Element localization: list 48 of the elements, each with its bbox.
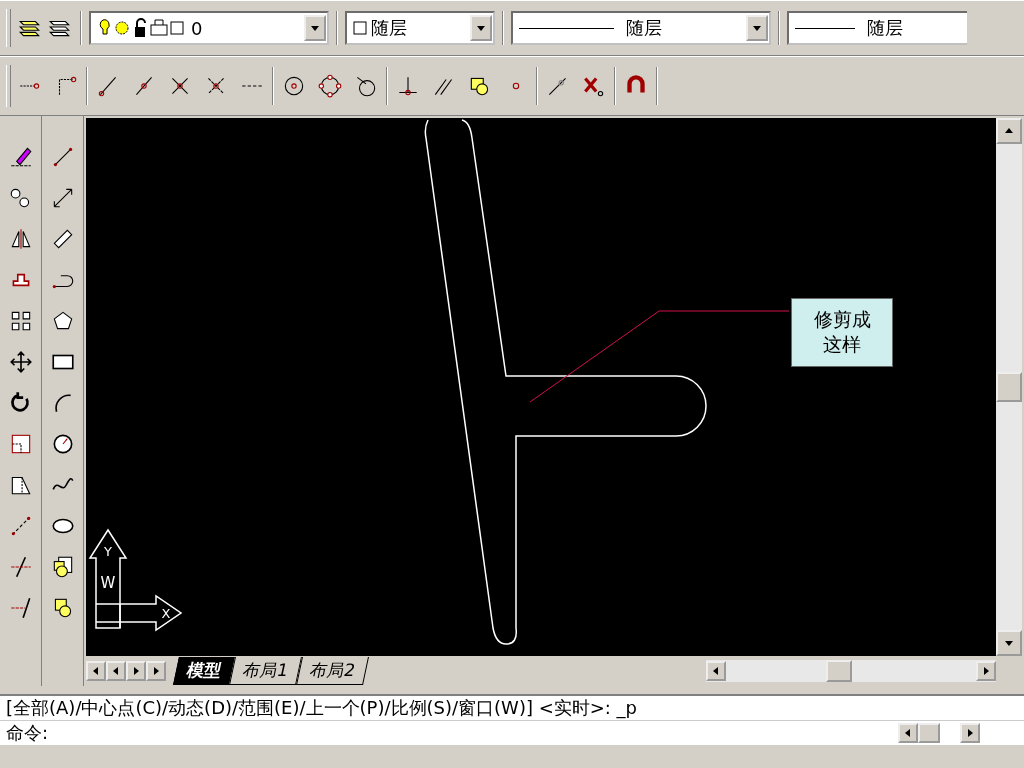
last-tab-button[interactable] [146,661,166,681]
ucs-x-label: X [161,606,171,621]
caret-icon [1005,127,1013,135]
caret-icon [966,729,974,737]
scroll-up-button[interactable] [996,118,1022,144]
caret-icon [311,24,319,32]
color-dropdown[interactable]: 随层 [345,11,495,45]
ucs-w-label: W [100,574,116,592]
layer-dropdown[interactable]: 0 [89,11,329,45]
scroll-thumb[interactable] [826,660,852,682]
scroll-right-button[interactable] [976,661,996,681]
caret-icon [712,667,720,675]
layout-tab[interactable]: 模型 [173,657,235,685]
horizontal-scrollbar[interactable] [706,660,996,682]
scroll-left-button[interactable] [706,661,726,681]
caret-icon [92,667,100,675]
caret-icon [1005,639,1013,647]
previous-tab-button[interactable] [106,661,126,681]
scroll-thumb[interactable] [918,723,940,743]
scroll-down-button[interactable] [996,630,1022,656]
scroll-left-button[interactable] [898,723,918,743]
color-swatch-icon [353,21,367,35]
command-history-line: [全部(A)/中心点(C)/动态(D)/范围(E)/上一个(P)/比例(S)/窗口(W)] <实时>: _p [6,696,639,720]
caret-icon [477,24,485,32]
linetype-dropdown[interactable]: 随层 [511,11,771,45]
layout-tab[interactable]: 布局2 [295,657,369,685]
caret-icon [982,667,990,675]
ucs-y-label: Y [104,544,112,559]
dropdown-arrow-button[interactable] [470,15,492,41]
dropdown-arrow-button[interactable] [746,15,768,41]
caret-icon [753,24,761,32]
caret-icon [904,729,912,737]
first-tab-button[interactable] [86,661,106,681]
horizontal-scrollbar[interactable] [898,723,980,743]
scroll-right-button[interactable] [960,723,980,743]
ucs-icon [88,528,183,632]
drawing-canvas[interactable]: Y W X 修剪成这样 [86,118,996,656]
vertical-scrollbar[interactable] [996,118,1022,656]
dropdown-arrow-button[interactable] [304,15,326,41]
caret-icon [152,667,160,675]
caret-icon [112,667,120,675]
callout-note: 修剪成这样 [791,298,893,367]
caret-icon [132,667,140,675]
next-tab-button[interactable] [126,661,146,681]
lineweight-dropdown[interactable]: 随层 [787,11,967,45]
layout-tab[interactable]: 布局1 [229,657,302,685]
quadrant-circle-icon[interactable] [317,73,343,99]
scroll-thumb[interactable] [996,372,1022,402]
